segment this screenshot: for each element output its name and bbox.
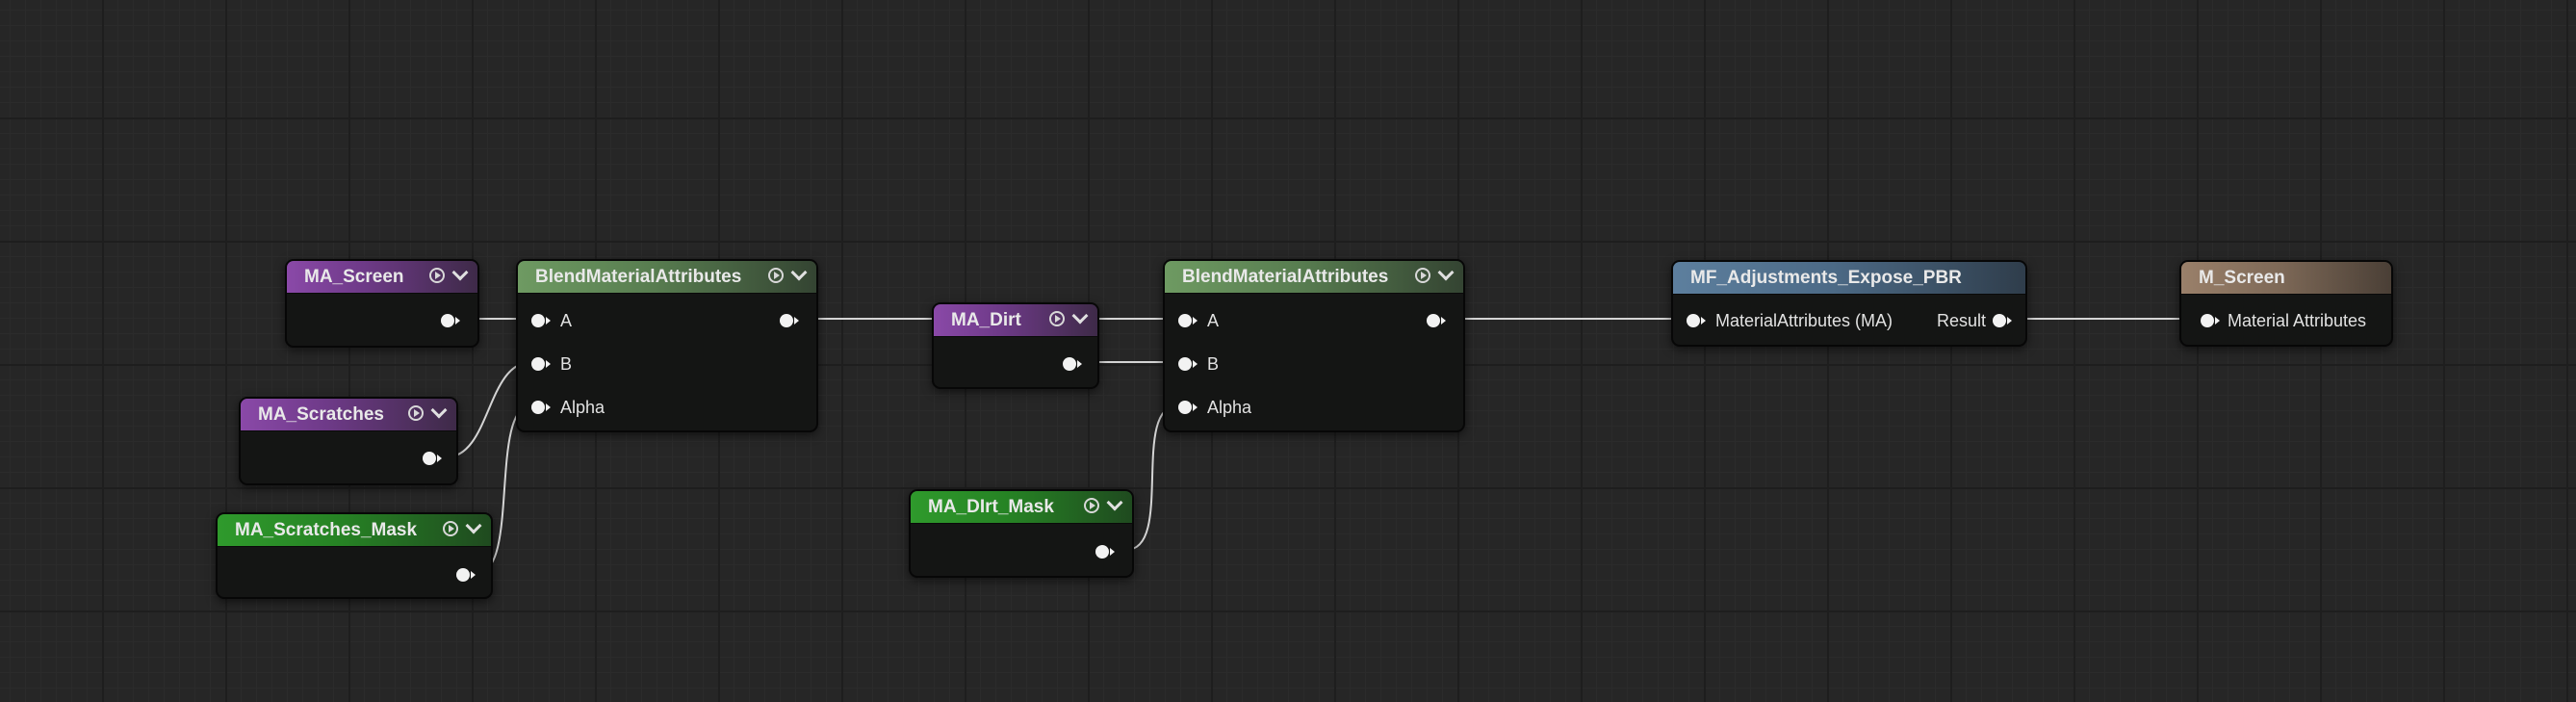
pin-label-result: Result — [1937, 311, 1987, 330]
pin-label-material-attributes: MaterialAttributes (MA) — [1715, 311, 1893, 330]
chevron-down-icon[interactable] — [1071, 307, 1089, 325]
node-title: MA_Scratches_Mask — [235, 519, 418, 540]
node-title: MA_Scratches — [258, 403, 384, 425]
node-m-screen[interactable]: M_Screen Material Attributes — [2179, 260, 2393, 347]
output-pin[interactable] — [441, 314, 460, 327]
input-pin-a[interactable] — [1178, 314, 1198, 327]
input-pin-alpha[interactable] — [531, 401, 551, 414]
output-pin[interactable] — [1427, 314, 1446, 327]
input-pin-material-attributes[interactable] — [2201, 314, 2220, 327]
chevron-down-icon[interactable] — [1437, 264, 1455, 281]
node-header[interactable]: MA_Scratches — [241, 399, 456, 431]
node-blend-material-attributes-1[interactable]: BlendMaterialAttributes A B Alpha — [516, 259, 818, 432]
pin-label-material-attributes: Material Attributes — [2228, 311, 2367, 330]
node-header[interactable]: MA_DIrt_Mask — [911, 491, 1132, 524]
pin-label-b: B — [1207, 354, 1220, 374]
node-ma-scratches-mask[interactable]: MA_Scratches_Mask — [216, 512, 493, 599]
preview-toggle-icon[interactable] — [1049, 311, 1065, 326]
node-blend-material-attributes-2[interactable]: BlendMaterialAttributes A B Alpha — [1163, 259, 1465, 432]
node-header[interactable]: M_Screen — [2181, 262, 2391, 295]
preview-toggle-icon[interactable] — [408, 405, 424, 421]
pin-label-a: A — [1207, 311, 1220, 330]
chevron-down-icon[interactable] — [465, 517, 482, 534]
node-title: MA_Dirt — [951, 309, 1021, 330]
node-title: MA_Screen — [304, 266, 404, 287]
node-ma-dirt-mask[interactable]: MA_DIrt_Mask — [909, 489, 1134, 578]
output-pin[interactable] — [1095, 545, 1115, 559]
node-header[interactable]: BlendMaterialAttributes — [1165, 261, 1463, 294]
pin-label-alpha: Alpha — [1207, 398, 1252, 417]
pin-label-a: A — [560, 311, 573, 330]
node-title: MA_DIrt_Mask — [928, 496, 1054, 517]
input-pin-alpha[interactable] — [1178, 401, 1198, 414]
input-pin-a[interactable] — [531, 314, 551, 327]
pin-label-b: B — [560, 354, 573, 374]
node-ma-scratches[interactable]: MA_Scratches — [239, 397, 458, 485]
node-header[interactable]: BlendMaterialAttributes — [518, 261, 816, 294]
preview-toggle-icon[interactable] — [429, 268, 445, 283]
node-ma-screen[interactable]: MA_Screen — [285, 259, 479, 348]
chevron-down-icon[interactable] — [451, 264, 469, 281]
node-title: BlendMaterialAttributes — [535, 266, 742, 287]
node-title: BlendMaterialAttributes — [1182, 266, 1389, 287]
output-pin-result[interactable] — [1993, 314, 2012, 327]
preview-toggle-icon[interactable] — [768, 268, 784, 283]
input-pin-material-attributes[interactable] — [1687, 314, 1706, 327]
chevron-down-icon[interactable] — [790, 264, 808, 281]
output-pin[interactable] — [456, 568, 476, 582]
node-ma-dirt[interactable]: MA_Dirt — [932, 302, 1099, 389]
node-header[interactable]: MF_Adjustments_Expose_PBR — [1673, 262, 2025, 295]
node-title: MF_Adjustments_Expose_PBR — [1690, 267, 1962, 288]
preview-toggle-icon[interactable] — [1415, 268, 1430, 283]
output-pin[interactable] — [1063, 357, 1082, 371]
output-pin[interactable] — [780, 314, 799, 327]
preview-toggle-icon[interactable] — [1084, 498, 1099, 513]
node-mf-adjustments-expose-pbr[interactable]: MF_Adjustments_Expose_PBR MaterialAttrib… — [1671, 260, 2027, 347]
pin-label-alpha: Alpha — [560, 398, 605, 417]
input-pin-b[interactable] — [1178, 357, 1198, 371]
node-header[interactable]: MA_Screen — [287, 261, 477, 294]
preview-toggle-icon[interactable] — [443, 521, 458, 536]
output-pin[interactable] — [423, 452, 442, 465]
node-header[interactable]: MA_Scratches_Mask — [218, 514, 491, 547]
node-title: M_Screen — [2199, 267, 2285, 288]
node-header[interactable]: MA_Dirt — [934, 304, 1097, 337]
chevron-down-icon[interactable] — [430, 402, 448, 419]
input-pin-b[interactable] — [531, 357, 551, 371]
chevron-down-icon[interactable] — [1106, 494, 1123, 511]
